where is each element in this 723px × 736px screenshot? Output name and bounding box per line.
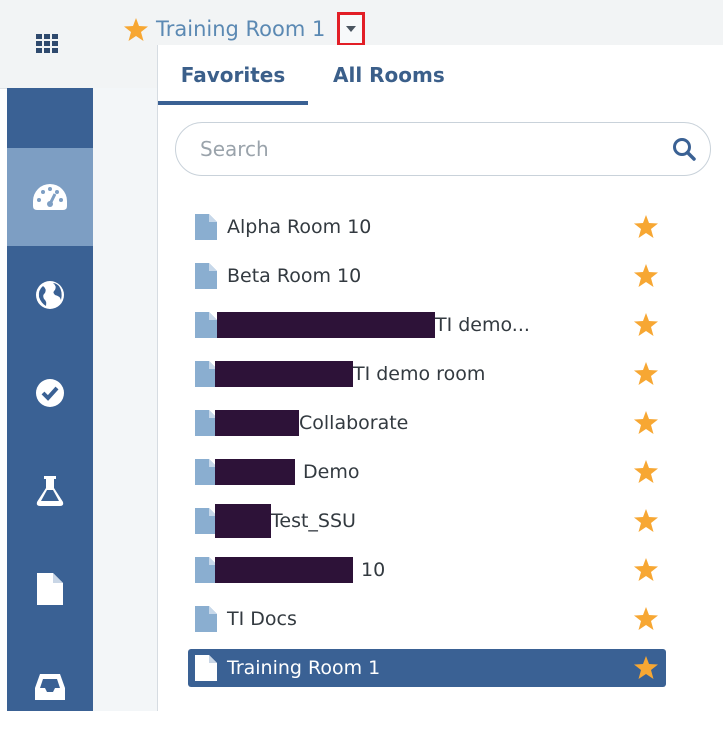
- list-item[interactable]: Beta Room 10: [188, 257, 666, 295]
- search-input[interactable]: [198, 136, 652, 162]
- redaction-bar: [215, 361, 353, 387]
- star-icon[interactable]: [634, 362, 658, 385]
- current-room-title: Training Room 1: [156, 17, 326, 41]
- search-icon[interactable]: [672, 137, 696, 161]
- content-background: [93, 88, 157, 711]
- redaction-bar: [215, 557, 353, 583]
- star-icon[interactable]: [634, 509, 658, 532]
- document-icon: [195, 312, 217, 338]
- star-icon[interactable]: [634, 460, 658, 483]
- document-icon: [195, 410, 217, 436]
- caret-down-icon: [346, 26, 356, 32]
- apps-grid-button[interactable]: [0, 0, 93, 88]
- tab-all-rooms[interactable]: All Rooms: [333, 59, 453, 105]
- room-name: Training Room 1: [227, 657, 381, 679]
- room-dropdown-button[interactable]: [337, 12, 365, 46]
- room-name: Collaborate: [299, 412, 409, 434]
- grid-icon: [35, 34, 58, 53]
- star-icon[interactable]: [634, 411, 658, 434]
- left-sidebar: [7, 88, 93, 711]
- check-circle-icon: [36, 379, 64, 407]
- list-item[interactable]: TI Docs: [188, 600, 666, 638]
- dashboard-icon: [33, 184, 67, 210]
- search-box: [175, 122, 711, 176]
- document-icon: [195, 557, 217, 583]
- star-icon[interactable]: [634, 264, 658, 287]
- current-room-selector[interactable]: Training Room 1: [124, 12, 325, 46]
- star-icon[interactable]: [634, 656, 658, 679]
- room-name: TI Docs: [227, 608, 297, 630]
- document-icon: [195, 606, 217, 632]
- sidebar-item-lab[interactable]: [7, 442, 93, 540]
- flask-icon: [36, 476, 64, 506]
- sidebar-item-dashboard[interactable]: [7, 148, 93, 246]
- room-name: Beta Room 10: [227, 265, 362, 287]
- tab-favorites[interactable]: Favorites: [158, 59, 308, 105]
- document-icon: [195, 214, 217, 240]
- list-item[interactable]: TI demo room: [188, 355, 666, 393]
- redaction-bar: [215, 504, 271, 538]
- document-icon: [195, 459, 217, 485]
- room-dropdown-panel: Favorites All Rooms Alpha Room 10 Beta R…: [157, 45, 723, 711]
- redaction-bar: [217, 312, 435, 338]
- document-icon: [195, 508, 217, 534]
- inbox-icon: [35, 674, 65, 700]
- room-name-redacted: Test_SSU: [215, 504, 356, 538]
- room-name: Test_SSU: [271, 510, 356, 532]
- room-name: 10: [361, 559, 386, 581]
- list-item-selected[interactable]: Training Room 1: [188, 649, 666, 687]
- list-item[interactable]: Demo: [188, 453, 666, 491]
- sidebar-item-inbox[interactable]: [7, 638, 93, 736]
- document-icon: [195, 263, 217, 289]
- redaction-bar: [215, 459, 295, 485]
- sidebar-item-tasks[interactable]: [7, 344, 93, 442]
- room-name-redacted: 10: [215, 557, 386, 583]
- sidebar-item-documents[interactable]: [7, 540, 93, 638]
- room-name: Alpha Room 10: [227, 216, 372, 238]
- room-name-redacted: Demo: [215, 459, 360, 485]
- document-icon: [195, 361, 217, 387]
- redaction-bar: [215, 410, 299, 436]
- document-icon: [195, 655, 217, 681]
- sidebar-item-globe[interactable]: [7, 246, 93, 344]
- room-name: TI demo...: [435, 314, 530, 336]
- list-item[interactable]: Collaborate: [188, 404, 666, 442]
- room-name: TI demo room: [353, 363, 486, 385]
- globe-icon: [36, 281, 64, 309]
- star-icon[interactable]: [634, 313, 658, 336]
- list-item[interactable]: 10: [188, 551, 666, 589]
- star-icon: [124, 17, 148, 41]
- list-item[interactable]: Test_SSU: [188, 502, 666, 540]
- room-name-redacted: TI demo room: [215, 361, 486, 387]
- star-icon[interactable]: [634, 607, 658, 630]
- document-icon: [37, 573, 63, 605]
- room-name-redacted: Collaborate: [215, 410, 409, 436]
- room-name-redacted: TI demo...: [217, 312, 530, 338]
- list-item[interactable]: TI demo...: [188, 306, 666, 344]
- star-icon[interactable]: [634, 215, 658, 238]
- star-icon[interactable]: [634, 558, 658, 581]
- room-name: Demo: [303, 461, 360, 483]
- list-item[interactable]: Alpha Room 10: [188, 208, 666, 246]
- dropdown-tabs: Favorites All Rooms: [158, 45, 723, 105]
